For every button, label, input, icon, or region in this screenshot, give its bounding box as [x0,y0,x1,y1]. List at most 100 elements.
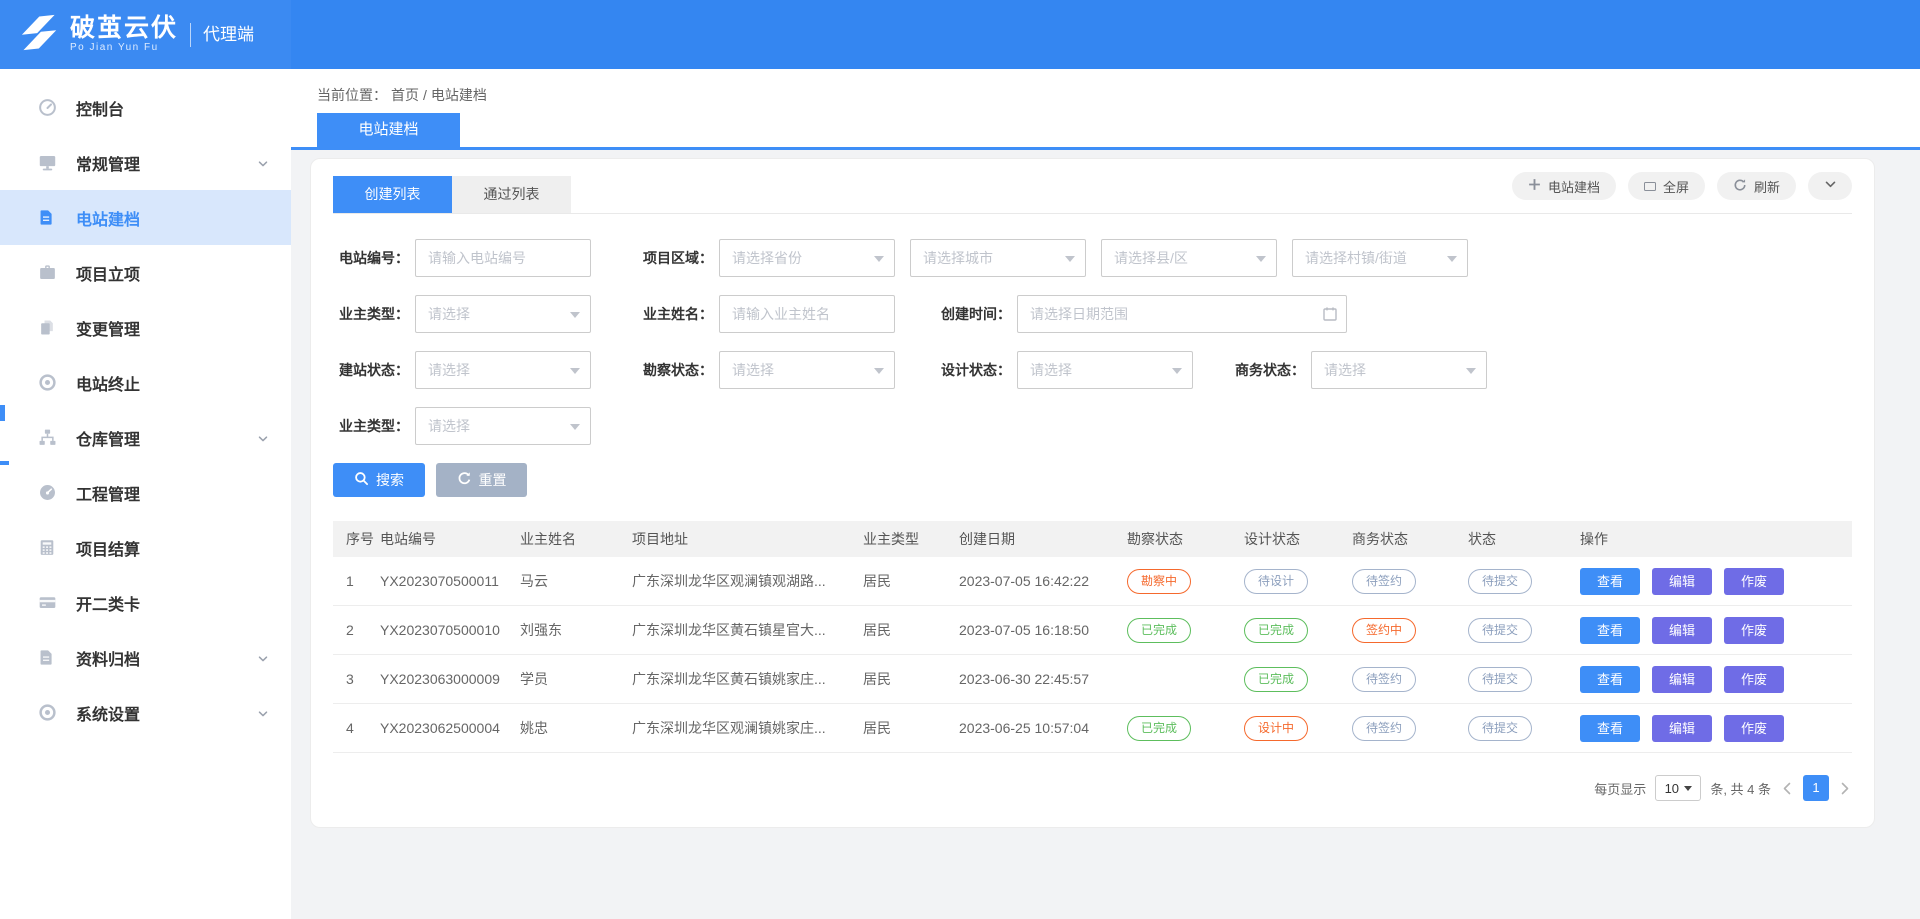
edit-button[interactable]: 编辑 [1652,715,1712,742]
owner-name-input[interactable] [720,296,894,332]
reset-button[interactable]: 重置 [436,463,527,497]
survey-status-label: 勘察状态： [637,360,713,380]
edit-button[interactable]: 编辑 [1652,617,1712,644]
select-caret-icon [570,312,580,323]
refresh-button[interactable]: 刷新 [1717,172,1796,200]
sidebar-item-warehouse[interactable]: 仓库管理 [0,410,291,465]
logo-subtitle: Po Jian Yun Fu [70,43,178,54]
col-business: 商务状态 [1352,529,1468,549]
sidebar-item-type2-card[interactable]: 开二类卡 [0,575,291,630]
create-time-input[interactable] [1018,296,1346,332]
search-label: 搜索 [376,470,404,490]
page-size-select[interactable]: 10 [1655,775,1701,801]
sidebar-item-label: 系统设置 [76,701,140,725]
edit-button[interactable]: 编辑 [1652,568,1712,595]
table-row: 4 YX2023062500004 姚忠 广东深圳龙华区观澜镇姚家庄... 居民… [333,704,1852,753]
void-button[interactable]: 作废 [1724,617,1784,644]
sidebar-item-change-management[interactable]: 变更管理 [0,300,291,355]
sidebar-item-plant-filing[interactable]: 电站建档 [0,190,291,245]
logo-title: 破茧云伏 [70,15,178,41]
select-caret-icon [570,424,580,435]
survey-status-select[interactable]: 请选择 [719,351,895,389]
page-tab-plant-filing[interactable]: 电站建档 [317,113,460,147]
village-select[interactable]: 请选择村镇/街道 [1292,239,1468,277]
sidebar-item-engineering[interactable]: 工程管理 [0,465,291,520]
sidebar-item-general[interactable]: 常规管理 [0,135,291,190]
sidebar-item-archives[interactable]: 资料归档 [0,630,291,685]
status-badge: 已完成 [1244,618,1308,643]
search-button[interactable]: 搜索 [333,463,425,497]
sidebar-item-label: 资料归档 [76,646,140,670]
cell-type: 居民 [863,718,959,738]
build-status-select[interactable]: 请选择 [415,351,591,389]
region-label: 项目区域： [637,248,713,268]
void-button[interactable]: 作废 [1724,715,1784,742]
calendar-icon [1322,306,1338,327]
briefcase-icon [38,264,60,282]
col-status: 状态 [1468,529,1580,549]
city-select[interactable]: 请选择城市 [910,239,1086,277]
col-address: 项目地址 [632,529,863,549]
select-caret-icon [1172,368,1182,379]
create-plant-button[interactable]: 电站建档 [1512,172,1616,200]
chevron-down-icon [1824,178,1837,194]
view-button[interactable]: 查看 [1580,568,1640,595]
collapse-button[interactable] [1808,172,1852,200]
dashboard-icon [38,484,60,502]
sidebar-scroll-mark [0,405,5,421]
select-caret-icon [1447,256,1457,267]
cell-type: 居民 [863,620,959,640]
status-badge: 待提交 [1468,667,1532,692]
plant-no-input-wrap [415,239,591,277]
county-select[interactable]: 请选择县/区 [1101,239,1277,277]
monitor-icon [38,154,60,172]
void-button[interactable]: 作废 [1724,568,1784,595]
next-page-button[interactable] [1838,781,1852,796]
filter-row-3: 建站状态： 请选择 勘察状态： 请选择 设计状态： 请选择 商务状态： 请选择 [333,351,1852,389]
panel-card: 创建列表 通过列表 电站建档 全屏 刷新 [310,158,1875,828]
search-icon [354,471,369,489]
chevron-down-icon [257,707,269,725]
plant-no-input[interactable] [416,240,590,276]
breadcrumb-current: 电站建档 [431,87,487,103]
col-owner: 业主姓名 [520,529,632,549]
breadcrumb-home-link[interactable]: 首页 [391,87,419,103]
view-button[interactable]: 查看 [1580,666,1640,693]
col-type: 业主类型 [863,529,959,549]
tab-passed-list[interactable]: 通过列表 [452,176,571,213]
owner-type2-select[interactable]: 请选择 [415,407,591,445]
sidebar: 控制台 常规管理 电站建档 项目立项 变更管理 电站终止 [0,69,291,919]
select-caret-icon [874,368,884,379]
design-status-select[interactable]: 请选择 [1017,351,1193,389]
owner-name-input-wrap [719,295,895,333]
status-badge: 待签约 [1352,716,1416,741]
page-number-current[interactable]: 1 [1803,775,1829,801]
owner-type-select[interactable]: 请选择 [415,295,591,333]
sidebar-item-console[interactable]: 控制台 [0,80,291,135]
business-status-label: 商务状态： [1229,360,1305,380]
prev-page-button[interactable] [1780,781,1794,796]
table-row: 1 YX2023070500011 马云 广东深圳龙华区观澜镇观湖路... 居民… [333,557,1852,606]
select-caret-icon [1466,368,1476,379]
cell-type: 居民 [863,571,959,591]
cell-date: 2023-07-05 16:18:50 [959,622,1127,638]
view-button[interactable]: 查看 [1580,617,1640,644]
sidebar-item-label: 工程管理 [76,481,140,505]
edit-button[interactable]: 编辑 [1652,666,1712,693]
fullscreen-button[interactable]: 全屏 [1628,172,1705,200]
sidebar-item-settlement[interactable]: 项目结算 [0,520,291,575]
design-status-placeholder: 请选择 [1030,360,1072,380]
void-button[interactable]: 作废 [1724,666,1784,693]
sidebar-item-system-settings[interactable]: 系统设置 [0,685,291,740]
create-time-range-picker[interactable] [1017,295,1347,333]
view-button[interactable]: 查看 [1580,715,1640,742]
survey-status-placeholder: 请选择 [732,360,774,380]
sidebar-item-label: 变更管理 [76,316,140,340]
sidebar-item-plant-termination[interactable]: 电站终止 [0,355,291,410]
province-select[interactable]: 请选择省份 [719,239,895,277]
village-placeholder: 请选择村镇/街道 [1305,248,1407,268]
build-status-placeholder: 请选择 [428,360,470,380]
sidebar-item-project-initiation[interactable]: 项目立项 [0,245,291,300]
tab-create-list[interactable]: 创建列表 [333,176,452,213]
business-status-select[interactable]: 请选择 [1311,351,1487,389]
